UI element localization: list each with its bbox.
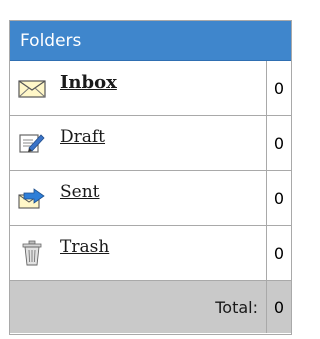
envelope-icon (18, 77, 46, 99)
folder-row-draft: Draft 0 (10, 116, 291, 171)
folder-row-trash: Trash 0 (10, 226, 291, 281)
folders-title: Folders (20, 30, 82, 51)
total-count: 0 (273, 297, 285, 317)
folder-link-trash[interactable]: Trash (60, 237, 109, 257)
total-label: Total: (10, 281, 267, 333)
folder-row-sent: Sent 0 (10, 171, 291, 226)
folder-name-cell: Draft (10, 116, 267, 170)
folder-name-cell: Sent (10, 171, 267, 225)
folder-link-draft[interactable]: Draft (60, 127, 105, 147)
folder-count-sent: 0 (273, 188, 285, 208)
folder-name-cell: Inbox (10, 61, 267, 115)
folder-count-inbox: 0 (273, 78, 285, 98)
total-row: Total: 0 (10, 281, 291, 333)
folder-link-inbox[interactable]: Inbox (60, 72, 117, 93)
sent-arrow-icon (18, 187, 46, 209)
folder-count-draft: 0 (273, 133, 285, 153)
folder-count-trash: 0 (273, 243, 285, 263)
draft-edit-icon (18, 132, 46, 154)
folder-row-inbox: Inbox 0 (10, 61, 291, 116)
folders-panel: Folders Inbox 0 Draft 0 Sent 0 Trash 0 T… (9, 20, 292, 335)
folders-header: Folders (10, 21, 291, 61)
folder-name-cell: Trash (10, 226, 267, 280)
trash-can-icon (18, 240, 46, 266)
folder-link-sent[interactable]: Sent (60, 182, 100, 202)
